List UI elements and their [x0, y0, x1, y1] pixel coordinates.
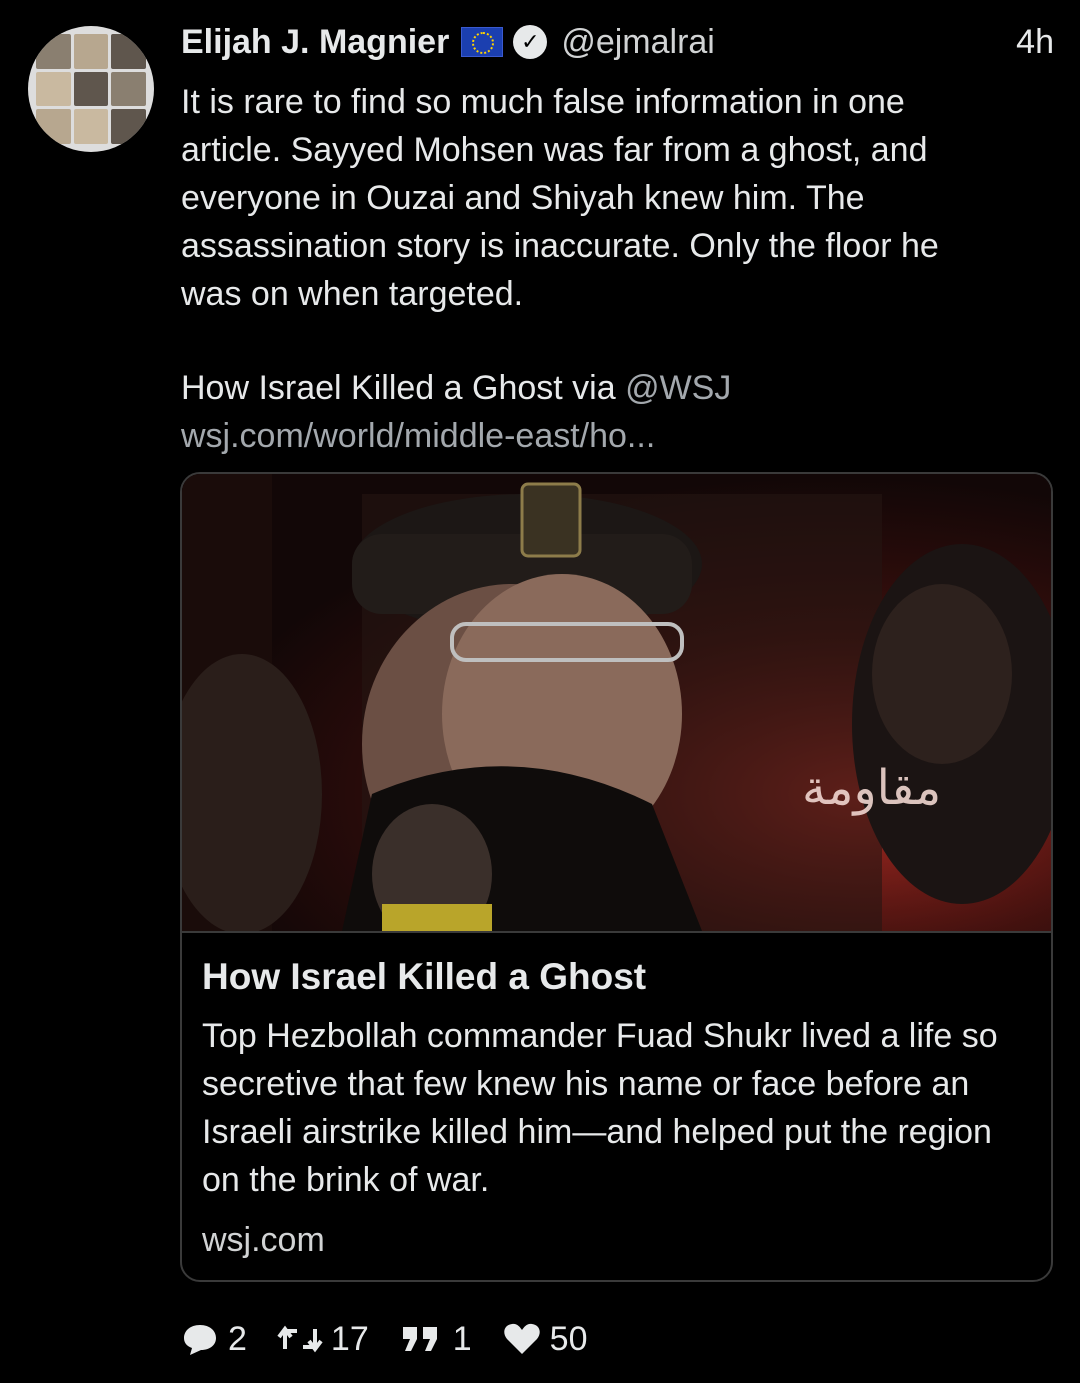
avatar-tile: [111, 71, 146, 107]
via-prefix: How Israel Killed a Ghost via: [181, 369, 626, 407]
card-image-illustration: مقاومة: [182, 474, 1051, 931]
card-image[interactable]: مقاومة: [182, 474, 1051, 933]
heart-icon: [503, 1323, 540, 1354]
card-body: How Israel Killed a Ghost Top Hezbollah …: [202, 952, 1032, 1264]
avatar-tile: [36, 109, 71, 144]
avatar-tile: [111, 109, 146, 144]
article-link[interactable]: wsj.com/world/middle-east/ho...: [181, 412, 655, 460]
via-line: How Israel Killed a Ghost via @WSJ: [181, 364, 731, 412]
author-name[interactable]: Elijah J. Magnier: [181, 23, 449, 62]
card-description: Top Hezbollah commander Fuad Shukr lived…: [202, 1017, 998, 1199]
retweet-icon: [277, 1325, 323, 1353]
card-image-banner-text: مقاومة: [802, 760, 941, 816]
retweet-count: 17: [330, 1319, 369, 1358]
quote-icon: [402, 1327, 437, 1351]
quote-count: 1: [452, 1319, 472, 1358]
tweet-text: It is rare to find so much false informa…: [181, 83, 939, 313]
reply-icon: [184, 1325, 216, 1355]
eu-flag-icon: [461, 27, 504, 57]
avatar-tile: [73, 34, 109, 69]
tweet-header: Elijah J. Magnier ✓ @ejmalrai 4h: [181, 20, 1054, 64]
quote-button[interactable]: 1: [399, 1320, 472, 1359]
avatar[interactable]: [28, 26, 154, 152]
avatar-tile: [36, 71, 71, 107]
reply-button[interactable]: 2: [180, 1320, 247, 1359]
reply-count: 2: [228, 1319, 247, 1358]
card-title[interactable]: How Israel Killed a Ghost: [202, 952, 1032, 1002]
tweet-actions: 2 17 1 50: [180, 1312, 618, 1366]
avatar-tile: [73, 71, 109, 107]
link-card[interactable]: مقاومة How Israel Killed a Ghost Top Hez…: [180, 472, 1053, 1282]
avatar-tile: [73, 109, 109, 144]
card-domain: wsj.com: [202, 1221, 325, 1259]
verified-badge-icon: ✓: [513, 25, 548, 59]
author-handle[interactable]: @ejmalrai: [561, 23, 715, 62]
like-button[interactable]: 50: [502, 1320, 588, 1359]
retweet-button[interactable]: 17: [277, 1320, 369, 1359]
avatar-tile: [111, 34, 146, 69]
tweet-time[interactable]: 4h: [1016, 23, 1054, 62]
mention-link[interactable]: @WSJ: [625, 369, 731, 407]
avatar-tile: [36, 34, 71, 69]
like-count: 50: [549, 1319, 588, 1358]
